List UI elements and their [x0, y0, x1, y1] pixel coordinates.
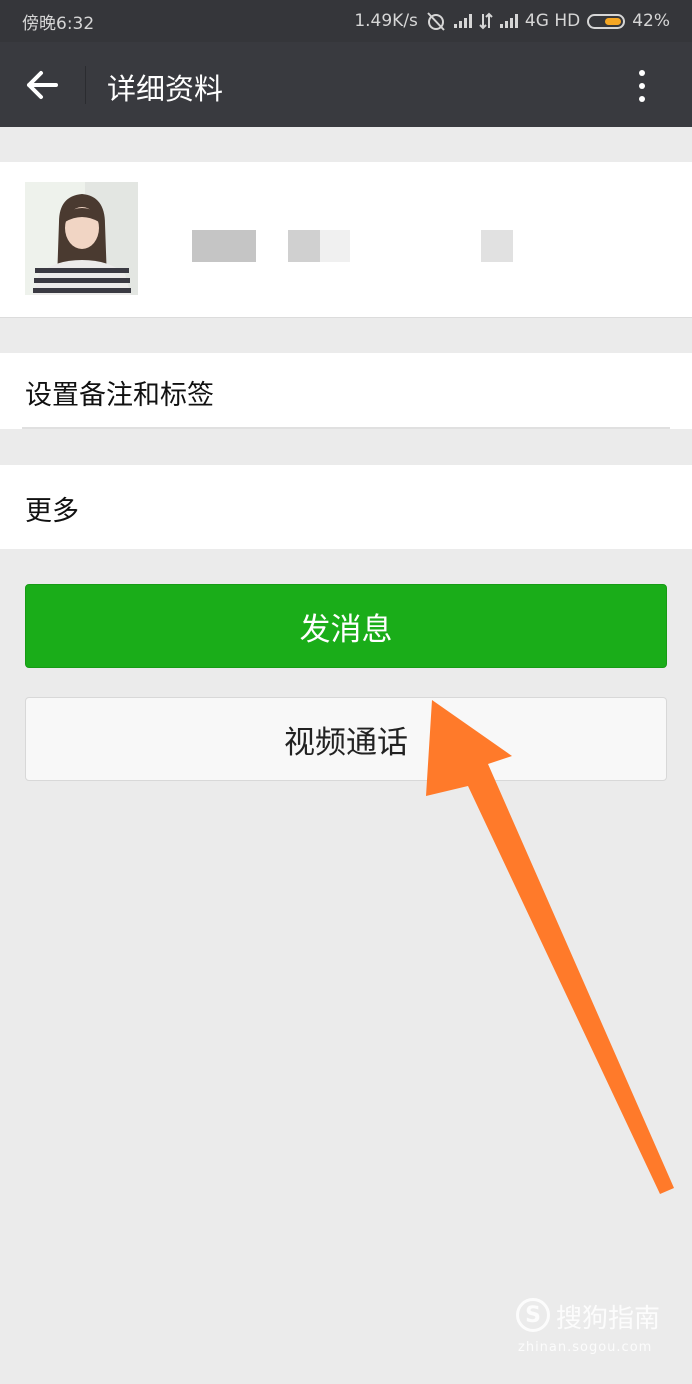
- status-time: 傍晚6:32: [22, 13, 95, 34]
- arrow-left-icon: [27, 71, 58, 99]
- sogou-logo-icon: S: [516, 1298, 550, 1332]
- set-remark-and-tags-row[interactable]: 设置备注和标签: [0, 353, 692, 429]
- status-bar: 傍晚6:32 1.49K/s 4G HD 42%: [0, 0, 692, 42]
- battery-level: 42%: [632, 11, 670, 31]
- more-options-button[interactable]: [620, 64, 664, 108]
- avatar[interactable]: [25, 182, 138, 295]
- more-label: 更多: [25, 496, 79, 527]
- watermark-text: 搜狗指南: [556, 1304, 661, 1334]
- blurred-name: [192, 230, 256, 262]
- network-type: 4G HD: [524, 11, 581, 31]
- blurred-nickname: [288, 230, 320, 262]
- video-call-button[interactable]: 视频通话: [25, 697, 667, 781]
- more-row[interactable]: 更多: [0, 465, 692, 549]
- profile-card[interactable]: [0, 162, 692, 318]
- row-divider: [22, 427, 670, 429]
- data-transfer-icon: [479, 12, 493, 30]
- alarm-off-icon: [427, 12, 445, 31]
- status-icons: 1.49K/s 4G HD 42%: [354, 11, 670, 31]
- set-remark-label: 设置备注和标签: [25, 380, 214, 411]
- battery-icon: [587, 13, 626, 29]
- send-message-button[interactable]: 发消息: [25, 584, 667, 668]
- back-button[interactable]: [14, 59, 70, 111]
- more-vertical-icon: [639, 70, 645, 76]
- blurred-text-1: [320, 230, 350, 262]
- title-bar: 详细资料: [0, 42, 692, 127]
- signal-icon: [453, 14, 472, 28]
- network-speed: 1.49K/s: [354, 11, 418, 31]
- page-title: 详细资料: [107, 72, 224, 106]
- title-divider: [85, 66, 86, 104]
- watermark-url: zhinan.sogou.com: [518, 1340, 653, 1355]
- watermark: S 搜狗指南 zhinan.sogou.com: [516, 1296, 676, 1360]
- blurred-text-2: [481, 230, 513, 262]
- signal-icon-2: [499, 14, 518, 28]
